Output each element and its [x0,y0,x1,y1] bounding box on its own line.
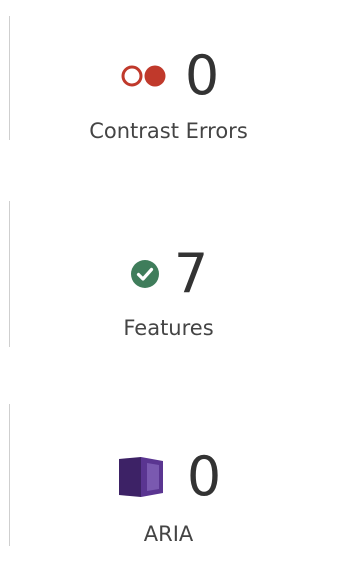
summary-row: 7 [0,245,337,303]
check-circle-icon [130,259,160,289]
features-label: Features [123,316,214,340]
summary-item-features[interactable]: 7 Features [0,195,337,375]
contrast-errors-label: Contrast Errors [89,119,248,143]
features-count: 7 [173,242,208,305]
aria-label: ARIA [143,522,194,546]
summary-row: 0 [0,448,337,506]
summary-item-contrast-errors[interactable]: 0 Contrast Errors [0,0,337,180]
contrast-icon [119,63,171,89]
aria-box-icon [117,455,165,499]
contrast-errors-count: 0 [184,44,219,107]
summary-panel: 0 Contrast Errors 7 Features 0 ARIA [0,0,337,572]
summary-row: 0 [0,47,337,105]
summary-item-aria[interactable]: 0 ARIA [0,398,337,572]
aria-count: 0 [186,445,221,508]
